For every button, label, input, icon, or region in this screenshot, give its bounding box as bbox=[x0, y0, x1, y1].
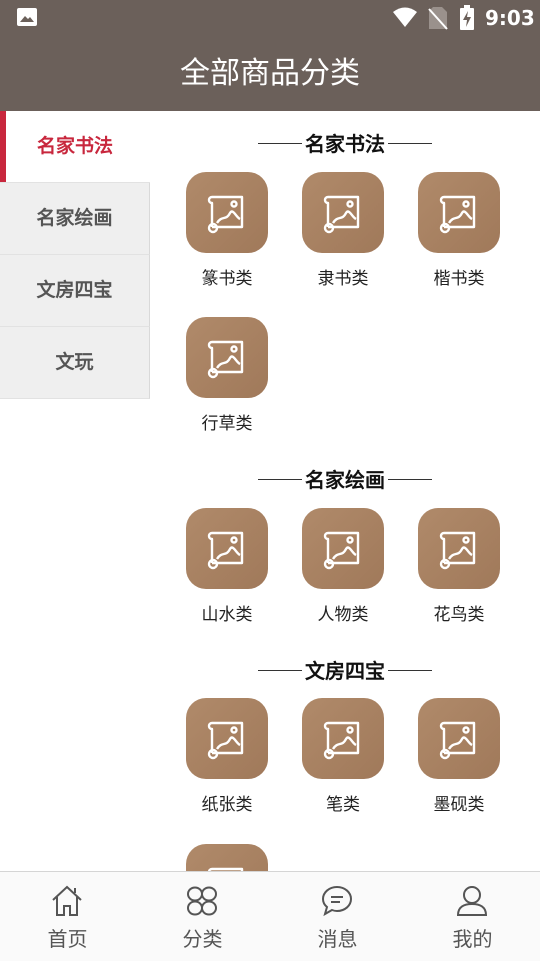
section-title-calligraphy: 名家书法 bbox=[258, 128, 432, 157]
category-label: 纸张类 bbox=[201, 795, 253, 815]
status-bar: 9:03 bbox=[0, 0, 540, 36]
tab-messages[interactable]: 消息 bbox=[270, 872, 405, 961]
category-label: 行草类 bbox=[201, 414, 253, 434]
sidebar-item-collectibles[interactable]: 文玩 bbox=[0, 327, 150, 399]
user-icon bbox=[456, 886, 488, 916]
category-label: 山水类 bbox=[201, 605, 253, 625]
category-label: 隶书类 bbox=[317, 269, 369, 289]
scroll-painting-icon bbox=[418, 508, 500, 589]
scroll-painting-icon bbox=[418, 172, 500, 253]
clock: 9:03 bbox=[485, 6, 535, 30]
tab-category[interactable]: 分类 bbox=[135, 872, 270, 961]
category-label: 笔类 bbox=[326, 795, 360, 815]
home-icon bbox=[52, 885, 82, 916]
category-icon bbox=[187, 886, 217, 916]
category-label: 人物类 bbox=[317, 605, 369, 625]
tab-label: 消息 bbox=[317, 927, 358, 951]
sidebar-item-calligraphy[interactable]: 名家书法 bbox=[0, 111, 150, 183]
scroll-painting-icon bbox=[186, 317, 268, 398]
message-icon bbox=[321, 885, 353, 917]
sidebar-item-label: 名家绘画 bbox=[36, 207, 113, 229]
scroll-painting-icon bbox=[186, 508, 268, 589]
sidebar-item-label: 名家书法 bbox=[36, 135, 113, 157]
tab-label: 分类 bbox=[182, 927, 223, 951]
sidebar-item-label: 文房四宝 bbox=[36, 279, 113, 301]
scroll-painting-icon bbox=[302, 172, 384, 253]
sidebar-item-stationery[interactable]: 文房四宝 bbox=[0, 255, 150, 327]
wifi-icon bbox=[393, 7, 417, 27]
image-icon bbox=[17, 8, 37, 26]
category-label: 楷书类 bbox=[433, 269, 485, 289]
tab-label: 首页 bbox=[47, 927, 88, 951]
category-label: 墨砚类 bbox=[433, 795, 485, 815]
category-label: 花鸟类 bbox=[433, 605, 485, 625]
scroll-painting-icon bbox=[186, 844, 268, 871]
no-sim-icon bbox=[428, 7, 448, 30]
scroll-painting-icon bbox=[186, 698, 268, 779]
battery-charging-icon bbox=[460, 5, 474, 30]
scroll-painting-icon bbox=[302, 508, 384, 589]
scroll-painting-icon bbox=[302, 698, 384, 779]
scroll-painting-icon bbox=[418, 698, 500, 779]
scroll-painting-icon bbox=[186, 172, 268, 253]
tab-home[interactable]: 首页 bbox=[0, 872, 135, 961]
category-tile-partial[interactable] bbox=[177, 844, 277, 871]
category-label: 篆书类 bbox=[201, 269, 253, 289]
header-bar: 全部商品分类 bbox=[0, 36, 540, 111]
bottom-tab-bar: 首页 分类 消息 我的 bbox=[0, 871, 540, 961]
section-title-painting: 名家绘画 bbox=[258, 464, 432, 493]
page-title: 全部商品分类 bbox=[180, 56, 360, 91]
sidebar-item-painting[interactable]: 名家绘画 bbox=[0, 183, 150, 255]
sidebar-item-label: 文玩 bbox=[55, 351, 94, 373]
tab-label: 我的 bbox=[452, 927, 493, 951]
tab-profile[interactable]: 我的 bbox=[405, 872, 540, 961]
category-sidebar: 名家书法 名家绘画 文房四宝 文玩 bbox=[0, 111, 150, 399]
section-title-stationery: 文房四宝 bbox=[258, 655, 432, 684]
